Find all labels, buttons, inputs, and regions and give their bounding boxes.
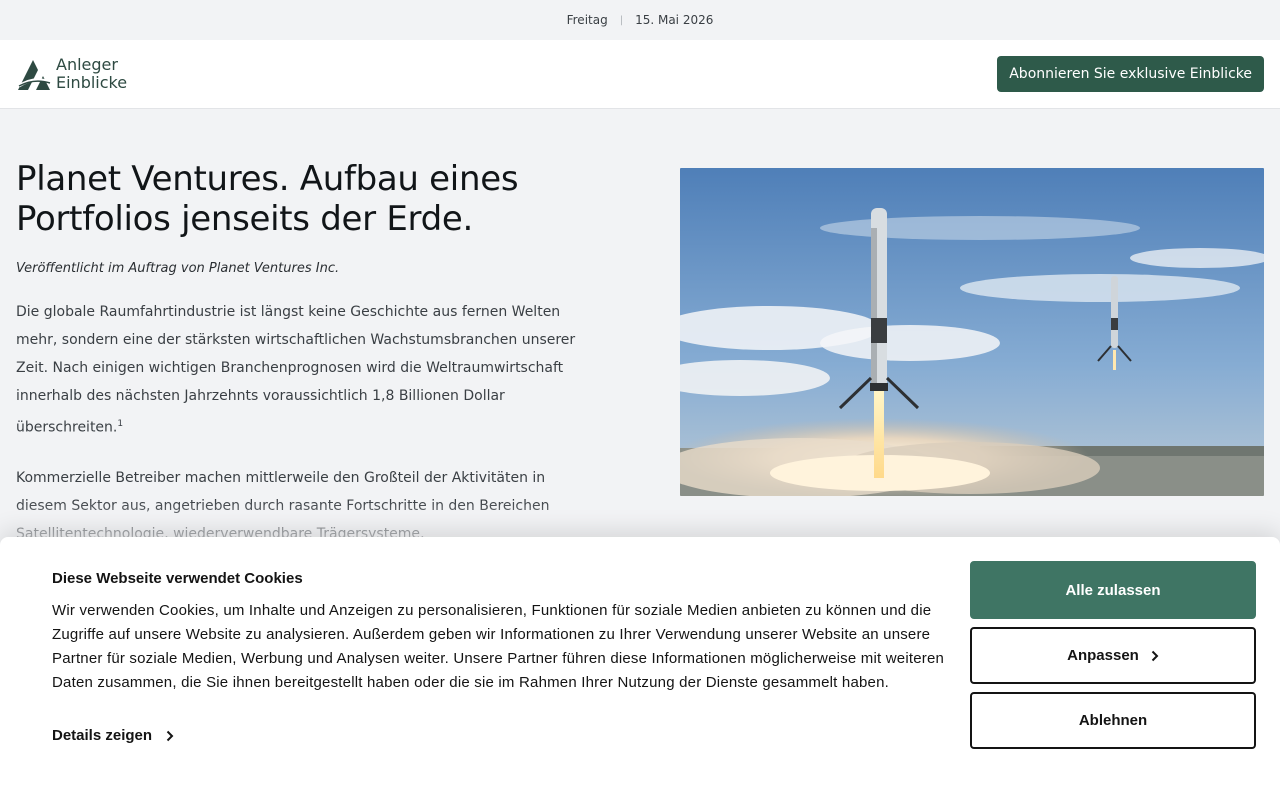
content-fade-overlay	[0, 500, 1280, 540]
cookie-title: Diese Webseite verwendet Cookies	[52, 570, 303, 587]
customize-button[interactable]: Anpassen	[970, 627, 1256, 684]
logo-line-1: Anleger	[56, 55, 118, 74]
subscribe-button[interactable]: Abonnieren Sie exklusive Einblicke	[997, 56, 1264, 92]
logo-line-2: Einblicke	[56, 73, 128, 92]
details-toggle[interactable]: Details zeigen	[52, 727, 174, 744]
details-label: Details zeigen	[52, 727, 153, 744]
customize-label: Anpassen	[1067, 647, 1139, 664]
article-title: Planet Ventures. Aufbau eines Portfolios…	[16, 159, 519, 239]
chevron-right-icon	[1151, 650, 1159, 661]
logo-wordmark: Anleger Einblicke	[56, 56, 127, 92]
date-separator: |	[619, 14, 624, 26]
date-label: 15. Mai 2026	[635, 13, 714, 27]
rocket-landing-illustration	[680, 168, 1264, 496]
footnote-ref-1[interactable]: 1	[117, 419, 123, 429]
site-header: Anleger Einblicke Abonnieren Sie exklusi…	[0, 40, 1280, 109]
site-logo[interactable]: Anleger Einblicke	[16, 56, 127, 92]
cookie-actions: Alle zulassen Anpassen Ablehnen	[970, 537, 1256, 800]
article-byline: Veröffentlicht im Auftrag von Planet Ven…	[16, 261, 340, 276]
cookie-banner: Diese Webseite verwendet Cookies Wir ver…	[0, 537, 1280, 800]
decline-button[interactable]: Ablehnen	[970, 692, 1256, 749]
cookie-body: Wir verwenden Cookies, um Inhalte und An…	[52, 602, 945, 691]
hero-image-rocket-landing	[680, 168, 1264, 496]
paragraph-1-text: Die globale Raumfahrtindustrie ist längs…	[16, 304, 576, 436]
day-label: Freitag	[566, 13, 608, 27]
article-paragraph-1: Die globale Raumfahrtindustrie ist längs…	[16, 298, 586, 442]
cookie-text-block: Diese Webseite verwendet Cookies Wir ver…	[52, 537, 952, 800]
date-bar: Freitag | 15. Mai 2026	[0, 0, 1280, 40]
allow-all-button[interactable]: Alle zulassen	[970, 561, 1256, 619]
chevron-right-icon	[166, 730, 174, 741]
logo-a-icon	[18, 60, 51, 90]
